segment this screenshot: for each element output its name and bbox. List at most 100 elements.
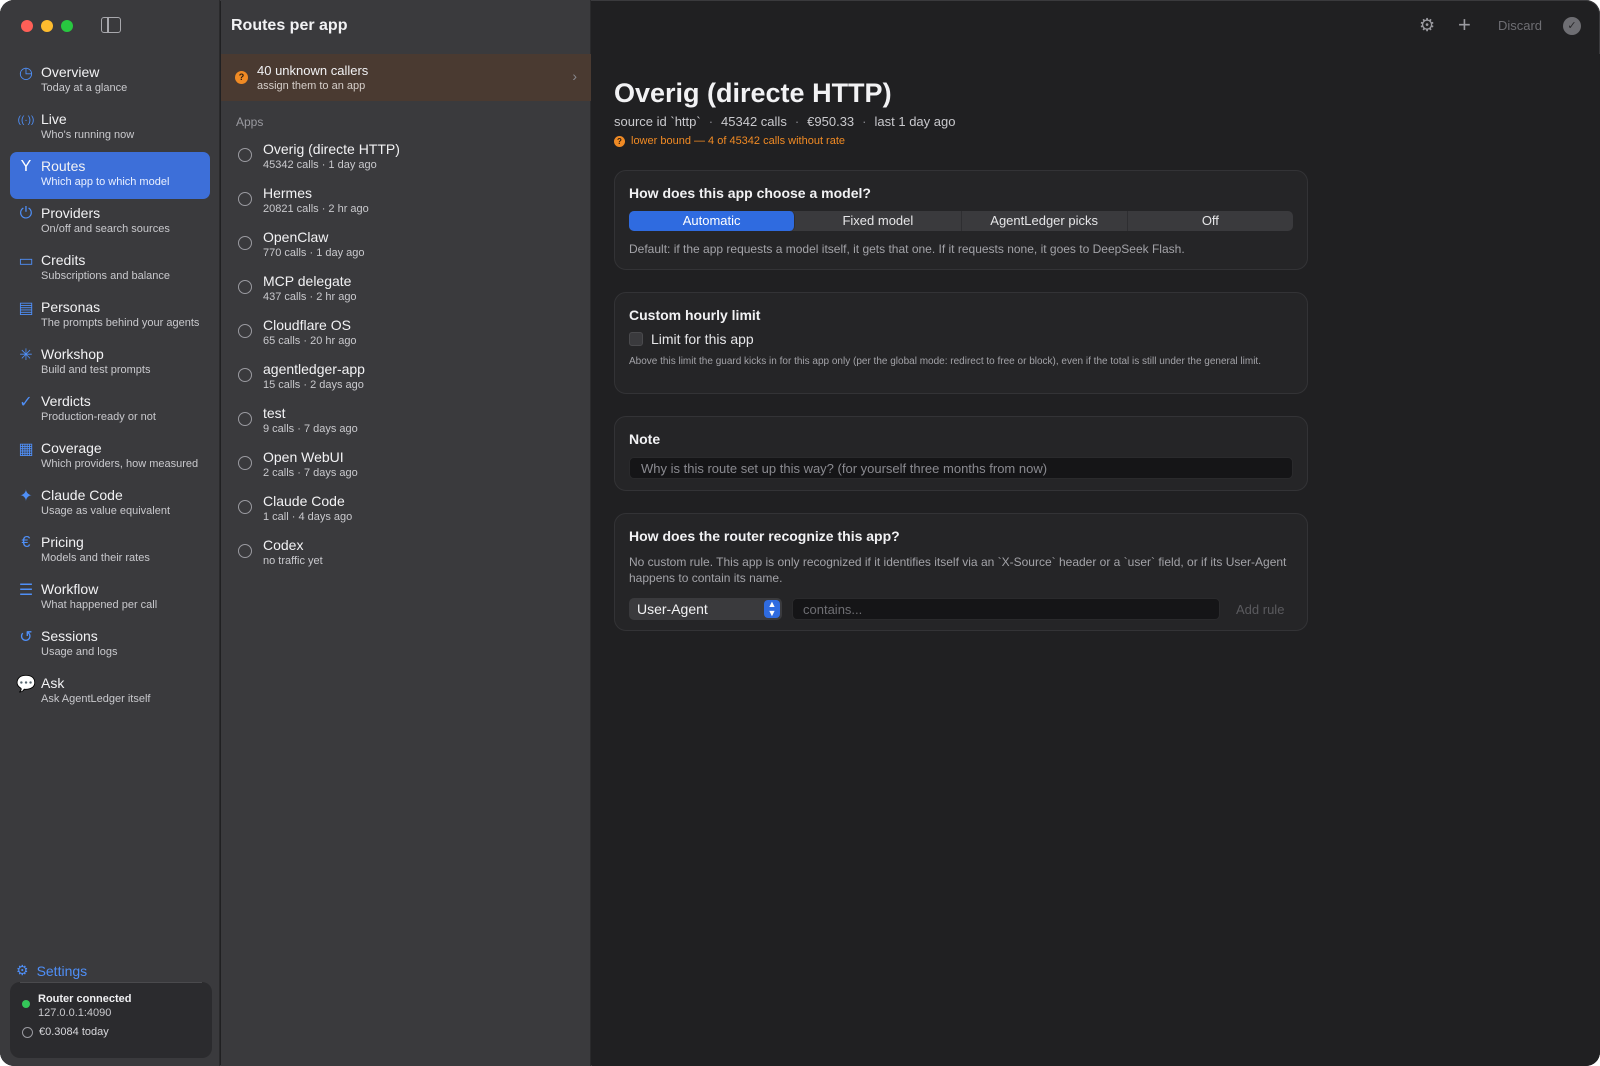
app-list-item[interactable]: test 9 calls · 7 days ago [221, 400, 591, 444]
unknown-callers-sub: assign them to an app [257, 80, 366, 92]
sidebar-item-providers[interactable]: ⏻ Providers On/off and search sources [10, 199, 210, 246]
note-input[interactable]: Why is this route set up this way? (for … [629, 457, 1293, 479]
app-radio[interactable] [238, 148, 252, 162]
warning-icon: ? [235, 71, 248, 84]
app-meta: 2 calls · 7 days ago [263, 467, 358, 479]
sidebar-item-overview[interactable]: ◷ Overview Today at a glance [10, 58, 210, 105]
note-card: Note Why is this route set up this way? … [614, 416, 1308, 491]
model-choice-description: Default: if the app requests a model its… [629, 242, 1185, 256]
credit-card-icon: ▭ [18, 253, 34, 270]
mode-option-off[interactable]: Off [1128, 211, 1293, 231]
app-radio[interactable] [238, 412, 252, 426]
limit-checkbox-label: Limit for this app [651, 331, 754, 347]
app-meta: 9 calls · 7 days ago [263, 423, 358, 435]
model-choice-title: How does this app choose a model? [629, 185, 871, 201]
mode-option-agentledger-picks[interactable]: AgentLedger picks [962, 211, 1128, 231]
add-rule-button[interactable]: Add rule [1236, 602, 1284, 617]
sidebar-item-sessions[interactable]: ↺ Sessions Usage and logs [10, 622, 210, 669]
sidebar-item-subtitle: Usage as value equivalent [41, 505, 171, 517]
app-name: test [263, 405, 286, 421]
document-icon: ▦ [18, 441, 34, 458]
sidebar-item-claude-code[interactable]: ✦ Claude Code Usage as value equivalent [10, 481, 210, 528]
sidebar-item-subtitle: Production-ready or not [41, 411, 156, 423]
sidebar-item-subtitle: Today at a glance [41, 82, 128, 94]
zoom-window-button[interactable] [61, 20, 73, 32]
confirm-check-icon[interactable]: ✓ [1563, 17, 1581, 35]
select-stepper-icon: ▲ ▼ [764, 600, 780, 618]
app-radio[interactable] [238, 456, 252, 470]
spark-icon: ✦ [19, 488, 33, 505]
sidebar-item-subtitle: On/off and search sources [41, 223, 170, 235]
sidebar-item-live[interactable]: ((·)) Live Who's running now [10, 105, 210, 152]
page-title: Routes per app [231, 17, 348, 34]
mode-option-fixed-model[interactable]: Fixed model [795, 211, 962, 231]
sidebar-item-subtitle: Ask AgentLedger itself [41, 693, 151, 705]
app-list-item[interactable]: Open WebUI 2 calls · 7 days ago [221, 444, 591, 488]
settings-link[interactable]: ⚙ Settings [16, 962, 87, 979]
unknown-callers-banner[interactable]: ? 40 unknown callers assign them to an a… [221, 54, 591, 101]
app-meta: 1 call · 4 days ago [263, 511, 353, 523]
sidebar-item-label: Routes [41, 158, 86, 174]
router-recognition-title: How does the router recognize this app? [629, 528, 900, 544]
plus-icon[interactable]: + [1458, 12, 1471, 38]
sidebar-item-subtitle: Models and their rates [41, 552, 150, 564]
sidebar-item-coverage[interactable]: ▦ Coverage Which providers, how measured [10, 434, 210, 481]
close-window-button[interactable] [21, 20, 33, 32]
id-card-icon: ▤ [18, 300, 34, 317]
app-radio[interactable] [238, 500, 252, 514]
chevron-right-icon: › [572, 68, 577, 84]
status-divider [20, 982, 202, 983]
app-name: Codex [263, 537, 304, 553]
gear-icon: ⚙ [16, 962, 29, 978]
minimize-window-button[interactable] [41, 20, 53, 32]
app-radio[interactable] [238, 280, 252, 294]
app-list-item[interactable]: Hermes 20821 calls · 2 hr ago [221, 180, 591, 224]
mode-option-automatic[interactable]: Automatic [629, 211, 796, 231]
sidebar-item-credits[interactable]: ▭ Credits Subscriptions and balance [10, 246, 210, 293]
app-radio[interactable] [238, 192, 252, 206]
sidebar-item-workshop[interactable]: ✳ Workshop Build and test prompts [10, 340, 210, 387]
list-window-icon: ☰ [18, 582, 34, 599]
app-name: Cloudflare OS [263, 317, 351, 333]
app-name: Claude Code [263, 493, 345, 509]
app-window: ◷ Overview Today at a glance ((·)) Live Who's… [0, 0, 1600, 1066]
hourly-limit-card: Custom hourly limit Limit for this app A… [614, 292, 1308, 394]
model-mode-segmented-control: Automatic Fixed model AgentLedger picks Off [629, 211, 1293, 231]
app-meta: no traffic yet [263, 555, 323, 567]
sidebar-item-label: Providers [41, 205, 101, 221]
note-title: Note [629, 431, 661, 447]
app-list-item[interactable]: Claude Code 1 call · 4 days ago [221, 488, 591, 532]
source-id: source id `http` [614, 114, 701, 129]
sidebar-item-workflow[interactable]: ☰ Workflow What happened per call [10, 575, 210, 622]
contains-input[interactable]: contains... [792, 598, 1220, 620]
sidebar-item-verdicts[interactable]: ✓ Verdicts Production-ready or not [10, 387, 210, 434]
hourly-limit-title: Custom hourly limit [629, 307, 761, 323]
gear-icon[interactable]: ⚙ [1419, 15, 1435, 36]
app-list-item[interactable]: Overig (directe HTTP) 45342 calls · 1 day… [221, 136, 591, 180]
sidebar: ◷ Overview Today at a glance ((·)) Live Who's… [0, 0, 220, 1066]
sidebar-item-label: Credits [41, 252, 86, 268]
sidebar-item-ask[interactable]: 💬 Ask Ask AgentLedger itself [10, 669, 210, 716]
app-list-item[interactable]: Cloudflare OS 65 calls · 20 hr ago [221, 312, 591, 356]
limit-checkbox[interactable] [629, 332, 643, 346]
match-field-select[interactable]: User-Agent ▲ ▼ [629, 598, 782, 620]
limit-checkbox-row[interactable]: Limit for this app [629, 331, 1293, 347]
sidebar-item-routes[interactable]: Y Routes Which app to which model [10, 152, 210, 199]
rule-row: User-Agent ▲ ▼ contains... Add rule [629, 598, 1293, 620]
app-radio[interactable] [238, 544, 252, 558]
app-name: Hermes [263, 185, 313, 201]
app-radio[interactable] [238, 324, 252, 338]
broadcast-icon: ((·)) [17, 114, 35, 126]
sidebar-item-personas[interactable]: ▤ Personas The prompts behind your agents [10, 293, 210, 340]
app-list-item[interactable]: MCP delegate 437 calls · 2 hr ago [221, 268, 591, 312]
app-meta: 65 calls · 20 hr ago [263, 335, 357, 347]
sidebar-toggle-icon[interactable] [101, 17, 121, 33]
discard-button[interactable]: Discard [1488, 14, 1552, 38]
router-status-card: Router connected 127.0.0.1:4090 €0.3084 … [10, 982, 212, 1058]
app-radio[interactable] [238, 236, 252, 250]
sidebar-item-pricing[interactable]: € Pricing Models and their rates [10, 528, 210, 575]
app-radio[interactable] [238, 368, 252, 382]
app-list-item[interactable]: agentledger-app 15 calls · 2 days ago [221, 356, 591, 400]
app-list-item[interactable]: OpenClaw 770 calls · 1 day ago [221, 224, 591, 268]
app-list-item[interactable]: Codex no traffic yet [221, 532, 591, 576]
